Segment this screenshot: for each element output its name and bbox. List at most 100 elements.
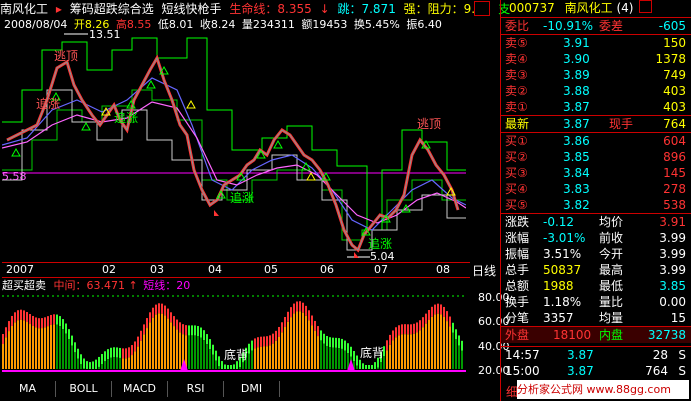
buy-price: 3.86: [563, 134, 590, 148]
tab-macd[interactable]: MACD: [112, 381, 168, 397]
tick-vol: 28: [652, 348, 668, 362]
osc-bar: [203, 330, 205, 341]
osc-bar: [101, 354, 103, 365]
buy-row[interactable]: 买③ 3.84 145: [501, 165, 691, 181]
neipan-label: 内盘: [599, 328, 624, 342]
buy-row[interactable]: 买① 3.86 604: [501, 133, 691, 149]
tab-rsi[interactable]: RSI: [168, 381, 224, 397]
stat-value: 3.51%: [543, 247, 582, 261]
stat-label: 均价: [599, 215, 624, 229]
osc-bar-body: [272, 343, 274, 369]
waipan-row: 外盘 18100 内盘 32738: [501, 326, 691, 343]
osc-bar-body: [449, 326, 451, 369]
sell-vol: 749: [663, 68, 686, 82]
osc-bar-body: [401, 334, 403, 369]
latest-label: 最新: [505, 117, 530, 131]
stat-value: 0.00: [659, 295, 686, 309]
stat-value: 50837: [543, 263, 582, 277]
osc-bar: [155, 304, 157, 315]
osc-bar-body: [410, 334, 412, 369]
osc-bar-body: [197, 336, 199, 369]
latest-value: 3.87: [563, 117, 590, 131]
osc-bar-body: [404, 334, 406, 369]
osc-bar: [140, 330, 142, 341]
buy-row[interactable]: 买④ 3.83 278: [501, 181, 691, 197]
osc-bar: [11, 315, 13, 326]
osc-bar: [74, 342, 76, 353]
osc-bar: [146, 318, 148, 329]
stock-name[interactable]: 南风化工: [0, 2, 48, 16]
sell-label: 卖④: [505, 52, 528, 66]
osc-bar-body: [146, 328, 148, 369]
osc-bar: [425, 313, 427, 324]
sell-row[interactable]: 卖④ 3.90 1378: [501, 51, 691, 67]
osc-bar: [371, 365, 373, 369]
stat-value: 3357: [543, 311, 574, 325]
window-button[interactable]: [474, 1, 490, 16]
tick-time: 14:57: [505, 348, 540, 362]
waipan-value: 18100: [553, 328, 592, 342]
osc-bar: [236, 361, 238, 369]
tick-vol: 764: [645, 364, 668, 378]
osc-bar: [194, 325, 196, 336]
sell-row[interactable]: 卖③ 3.89 749: [501, 67, 691, 83]
sell-row[interactable]: 卖① 3.87 403: [501, 99, 691, 115]
lifeline-label: 生命线：8.355: [229, 2, 312, 16]
osc-bar: [32, 315, 34, 326]
osc-bar-body: [167, 318, 169, 369]
osc-bar: [26, 312, 28, 323]
osc-bar: [296, 301, 298, 312]
oscillator-chart[interactable]: 底背 底背: [2, 291, 466, 377]
stat-label: 总手: [505, 263, 530, 277]
osc-bar: [152, 307, 154, 318]
stat-value: 3.99: [659, 231, 686, 245]
sell-vol: 1378: [655, 52, 686, 66]
osc-bar: [410, 324, 412, 335]
close-box-icon[interactable]: [639, 0, 653, 13]
tab-ma[interactable]: MA: [0, 381, 56, 397]
osc-bar: [164, 305, 166, 316]
osc-bar-body: [446, 321, 448, 369]
osc-bar: [365, 365, 367, 369]
osc-bar: [23, 310, 25, 321]
sell-row[interactable]: 卖⑤ 3.91 150: [501, 35, 691, 51]
osc-bar: [41, 318, 43, 329]
stat-value: 3.99: [659, 247, 686, 261]
osc-bar: [311, 315, 313, 326]
sell-price: 3.91: [563, 36, 590, 50]
osc-bar-body: [191, 335, 193, 369]
osc-bar-body: [74, 352, 76, 369]
tab-dmi[interactable]: DMI: [224, 381, 280, 397]
buy-row[interactable]: 买② 3.85 896: [501, 149, 691, 165]
bottom-label-1: 底背: [224, 347, 248, 362]
osc-bar-body: [398, 335, 400, 369]
period-selector[interactable]: 日线: [472, 262, 498, 278]
price-chart[interactable]: 13.51 5.04 5.58 逃顶 逃顶 追涨 追涨 追涨 追涨: [2, 30, 466, 262]
sell-price: 3.87: [563, 100, 590, 114]
osc-bar: [350, 346, 352, 357]
tick-row: 14:57 3.87 28 S: [501, 347, 691, 363]
tab-boll[interactable]: BOLL: [56, 381, 112, 397]
osc-bar-body: [149, 322, 151, 369]
osc-bar-body: [131, 355, 133, 369]
osc-bar: [98, 356, 100, 367]
tick-price: 3.87: [567, 364, 594, 378]
buy-vol: 604: [663, 134, 686, 148]
osc-bar-body: [143, 334, 145, 369]
osc-bar-body: [113, 357, 115, 369]
stat-value: 3.91: [659, 215, 686, 229]
tick-row: 15:00 3.87 764 S: [501, 363, 691, 379]
osc-bar: [116, 347, 118, 358]
sell-row[interactable]: 卖② 3.88 403: [501, 83, 691, 99]
osc-bar: [257, 337, 259, 348]
stats-block: 涨跌 -0.12 均价 3.91 涨幅 -3.01% 前收 3.99 振幅 3.…: [501, 213, 691, 326]
osc-bar-body: [50, 324, 52, 369]
osc-bar-body: [110, 357, 112, 369]
osc-bar-body: [437, 313, 439, 369]
osc-bar: [314, 320, 316, 331]
subchart-header: 超买超卖 中间：63.471 ↑ 短线：20: [2, 277, 466, 292]
osc-bar: [332, 337, 334, 348]
indicator-name[interactable]: 筹码超跌综合选: [70, 2, 154, 16]
webi-value: -10.91%: [543, 19, 594, 33]
buy-row[interactable]: 买⑤ 3.82 538: [501, 197, 691, 213]
